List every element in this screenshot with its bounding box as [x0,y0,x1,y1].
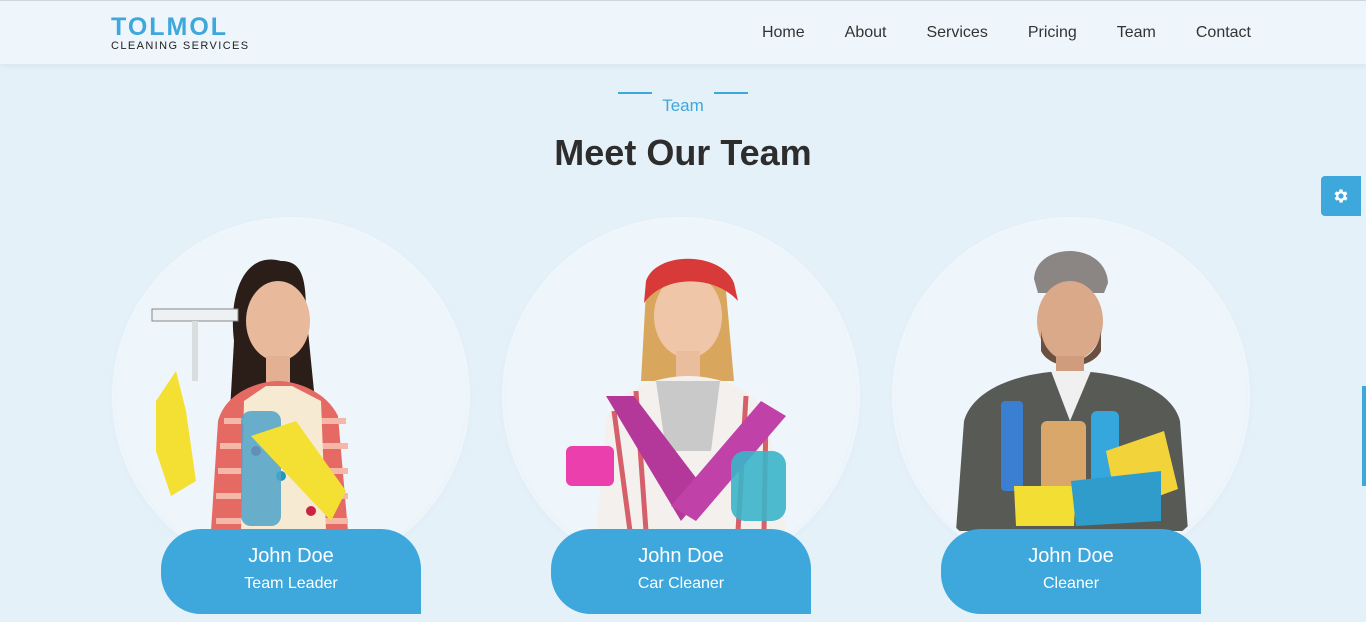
tag-line-left [617,92,652,94]
brand-tagline: CLEANING SERVICES [111,40,250,52]
team-member-photo [151,259,348,531]
main-nav: Home About Services Pricing Team Contact [722,23,1251,43]
team-member-role: Cleaner [1042,575,1100,592]
nav-team[interactable]: Team [1117,23,1156,43]
nav-home[interactable]: Home [762,23,805,43]
team-member-name: John Doe [248,545,334,567]
team-card: John Doe Team Leader [116,221,466,622]
tag-line-right [714,92,749,94]
navbar: TOLMOL CLEANING SERVICES Home About Serv… [0,0,1366,64]
settings-button[interactable] [1321,176,1361,216]
team-member-name: John Doe [1028,545,1114,567]
team-photo-frame [116,221,466,571]
scrollbar-thumb[interactable] [1362,386,1366,486]
team-member-name: John Doe [638,545,724,567]
section-tag: Team [0,92,1366,116]
team-info: John Doe Team Leader [161,529,421,614]
team-info: John Doe Cleaner [941,529,1201,614]
team-member-photo [566,258,786,531]
nav-pricing[interactable]: Pricing [1028,23,1077,43]
team-member-role: Car Cleaner [637,575,725,592]
brand-name: TOLMOL [111,13,229,41]
team-photo-frame [506,221,856,571]
team-member-photo [956,250,1188,531]
nav-contact[interactable]: Contact [1196,23,1251,43]
nav-about[interactable]: About [845,23,887,43]
section-tag-text: Team [662,96,704,115]
nav-services[interactable]: Services [926,23,987,43]
team-photo-frame [896,221,1246,571]
team-info: John Doe Car Cleaner [551,529,811,614]
gear-icon [1334,189,1348,203]
section-title: Meet Our Team [554,132,812,173]
team-member-role: Team Leader [244,575,338,592]
brand-logo[interactable]: TOLMOL CLEANING SERVICES [111,13,250,53]
team-card: John Doe Cleaner [896,221,1246,622]
team-card: John Doe Car Cleaner [506,221,856,622]
